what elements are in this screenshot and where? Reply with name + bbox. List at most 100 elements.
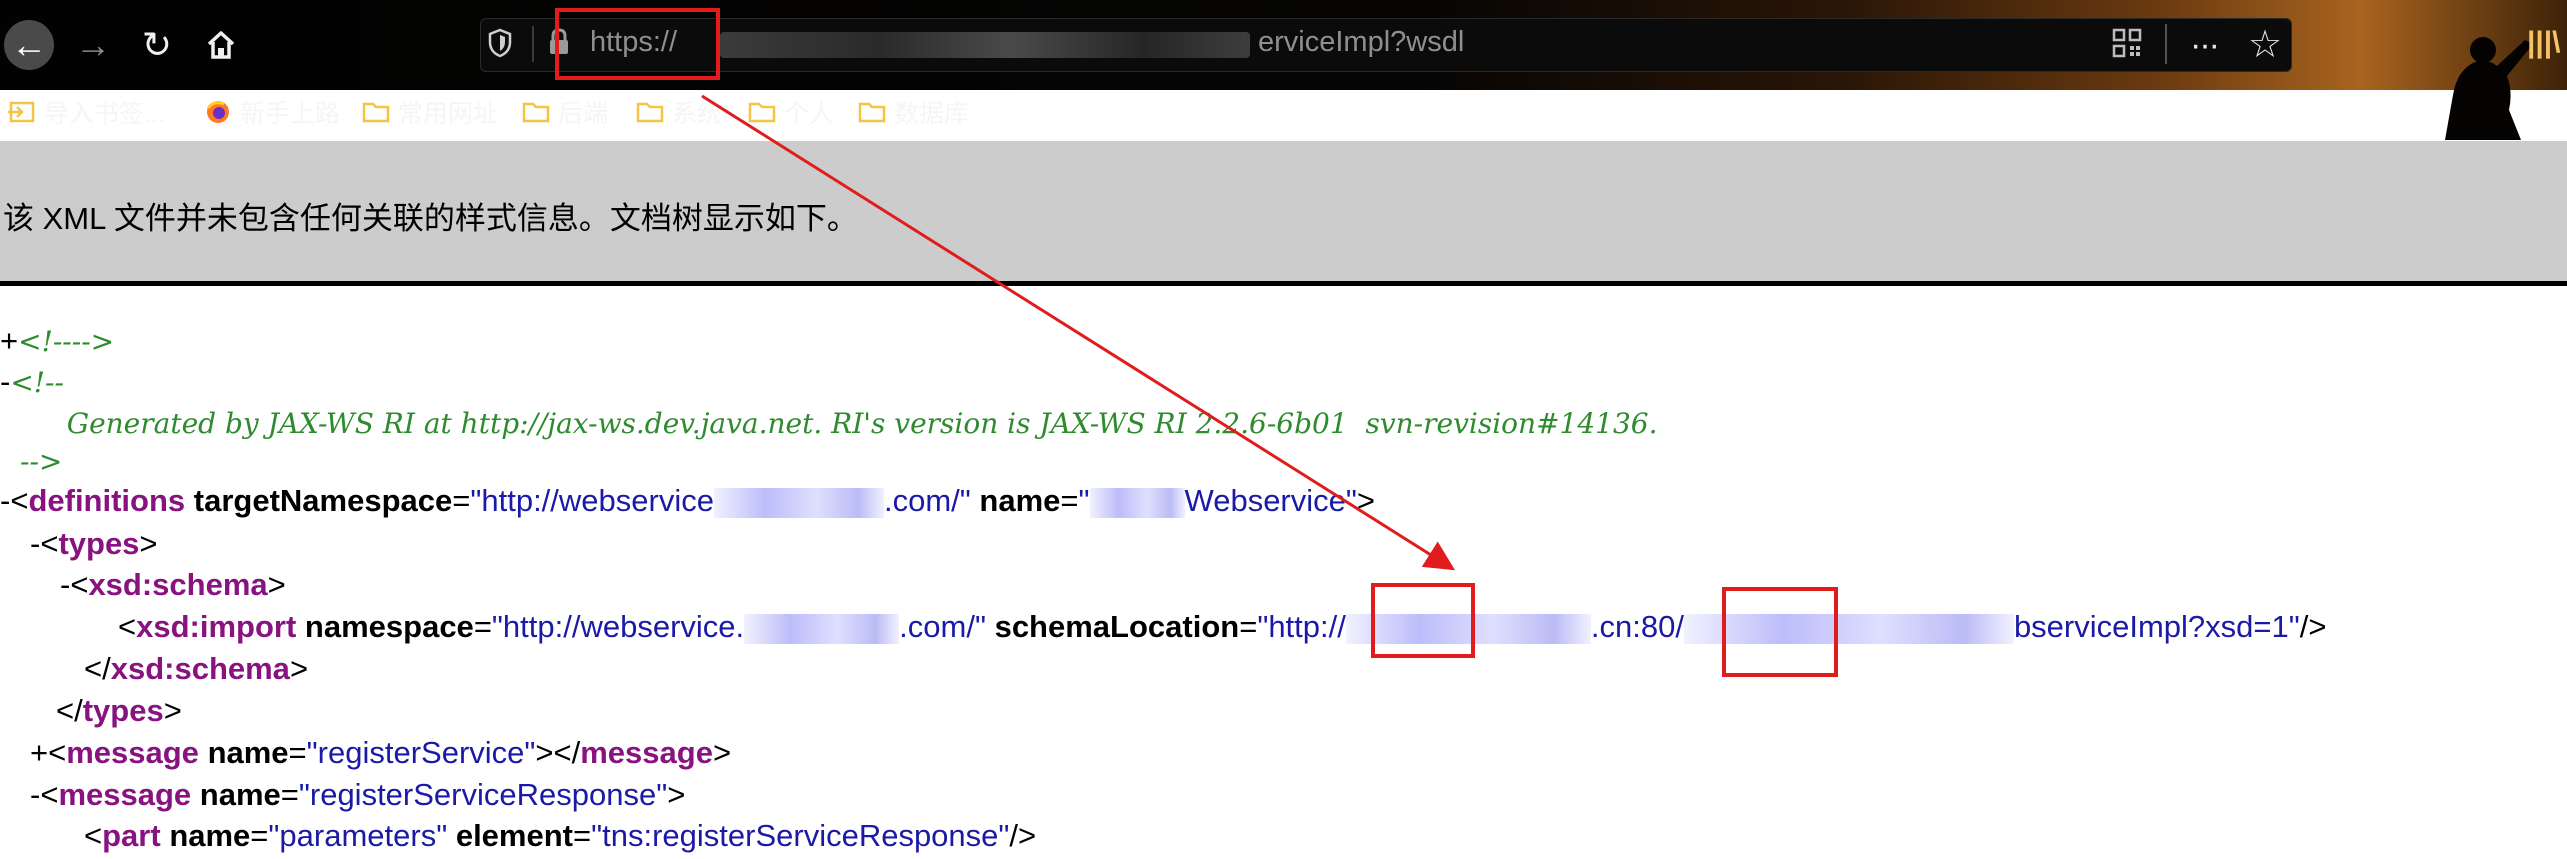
xml-tag-types: types xyxy=(58,526,140,561)
redacted-text xyxy=(744,613,900,644)
xml-tag-types: types xyxy=(82,693,164,728)
xml-line-import: <xsd:import namespace="http://webservice… xyxy=(118,609,2327,644)
url-redacted xyxy=(720,32,1250,58)
reload-icon: ↻ xyxy=(141,24,173,65)
xml-line-comment-body: Generated by JAX-WS RI at http://jax-ws.… xyxy=(40,403,1658,444)
folder-icon xyxy=(858,102,886,123)
xml-comment-close: --> xyxy=(20,445,63,478)
library-icon[interactable]: |||\ xyxy=(2527,26,2561,60)
xml-tag-import: xsd:import xyxy=(136,609,297,644)
xml-line-comment-open: -<!-- xyxy=(0,362,64,403)
folder-icon xyxy=(522,102,550,123)
redacted-text xyxy=(713,487,884,518)
bookmark-folder-backend[interactable]: 后端 xyxy=(522,96,608,128)
bookmark-import[interactable]: 导入书签... xyxy=(8,96,165,128)
bookmark-label: 常用网址 xyxy=(398,100,499,128)
xml-tag-message: message xyxy=(580,735,713,770)
xml-attr-value: "http://webservice. xyxy=(491,609,745,644)
url-separator xyxy=(532,26,534,62)
arrow-left-icon: ← xyxy=(11,24,47,65)
forward-button[interactable]: → xyxy=(68,20,118,70)
expand-toggle[interactable]: + xyxy=(0,323,18,358)
bookmark-label: 新手上路 xyxy=(240,100,341,128)
collapse-toggle[interactable]: - xyxy=(0,483,10,518)
xml-attr-value: "tns:registerServiceResponse" xyxy=(591,818,1010,853)
bookmark-folder-system[interactable]: 系统 xyxy=(636,96,722,128)
xml-attr-value: "registerService" xyxy=(306,735,536,770)
xml-line-schema-close: </xsd:schema> xyxy=(84,651,309,686)
xml-attr-name: name xyxy=(979,483,1061,518)
xml-comment-text: Generated by JAX-WS RI at http://jax-ws.… xyxy=(40,407,1658,440)
qr-code-icon[interactable] xyxy=(2112,28,2142,58)
xml-line-definitions: -<definitions targetNamespace="http://we… xyxy=(0,483,1376,518)
xml-attr-value: "http:// xyxy=(1257,609,1346,644)
folder-icon xyxy=(636,102,664,123)
shield-icon[interactable] xyxy=(488,28,512,58)
browser-toolbar: ← → ↻ https:// erviceImpl?wsdl ··· ☆ |||… xyxy=(0,0,2567,140)
annotation-box-url-scheme xyxy=(555,8,720,80)
xml-line-types-close: </types> xyxy=(56,693,182,728)
xml-attr-name: name xyxy=(199,777,281,812)
xml-line-types-open: -<types> xyxy=(30,526,158,561)
xml-attr-value: "registerServiceResponse" xyxy=(298,777,668,812)
xml-line-empty-comment: +<!----> xyxy=(0,321,114,362)
xml-line-comment-close: --> xyxy=(20,441,62,482)
notice-text: 该 XML 文件并未包含任何关联的样式信息。文档树显示如下。 xyxy=(3,201,858,236)
collapse-toggle[interactable]: - xyxy=(30,777,40,812)
xml-tag-part: part xyxy=(102,818,161,853)
toolbar-separator xyxy=(2165,24,2167,64)
xml-tag-message: message xyxy=(66,735,199,770)
xml-tag-schema: xsd:schema xyxy=(88,567,268,602)
home-icon xyxy=(207,31,235,59)
bookmark-star-icon[interactable]: ☆ xyxy=(2248,22,2282,67)
folder-icon xyxy=(748,102,776,123)
bookmark-label: 个人 xyxy=(784,100,835,128)
back-button[interactable]: ← xyxy=(4,20,54,70)
bookmark-label: 系统 xyxy=(672,100,723,128)
xml-attr-name: name xyxy=(169,818,251,853)
xml-attr-name: targetNamespace xyxy=(193,483,453,518)
xml-tag-definitions: definitions xyxy=(28,483,186,518)
xml-line-schema-open: -<xsd:schema> xyxy=(60,567,286,602)
xml-comment-open: <!-- xyxy=(10,366,64,399)
bookmark-folder-database[interactable]: 数据库 xyxy=(858,96,969,128)
xml-style-notice: 该 XML 文件并未包含任何关联的样式信息。文档树显示如下。 xyxy=(0,141,2567,286)
bookmark-getting-started[interactable]: 新手上路 xyxy=(204,96,340,128)
xml-line-message-1: +<message name="registerService"></messa… xyxy=(30,735,732,770)
xml-comment: <!----> xyxy=(18,325,115,358)
xml-attr-name: namespace xyxy=(304,609,474,644)
expand-toggle[interactable]: + xyxy=(30,735,48,770)
folder-icon xyxy=(362,102,390,123)
annotation-box-http xyxy=(1371,583,1475,658)
xml-attr-name: element xyxy=(455,818,573,853)
bookmark-label: 数据库 xyxy=(894,100,970,128)
xml-attr-value: "parameters" xyxy=(268,818,448,853)
annotation-box-port xyxy=(1722,587,1838,677)
more-actions-icon[interactable]: ··· xyxy=(2190,26,2220,65)
reload-button[interactable]: ↻ xyxy=(132,20,182,70)
collapse-toggle[interactable]: - xyxy=(30,526,40,561)
bookmark-folder-personal[interactable]: 个人 xyxy=(748,96,834,128)
import-icon xyxy=(8,101,35,123)
xml-attr-value: Webservice" xyxy=(1184,483,1357,518)
xml-attr-value: bserviceImpl?xsd=1" xyxy=(2013,609,2300,644)
xml-line-part: <part name="parameters" element="tns:reg… xyxy=(84,818,1037,853)
xml-attr-value: " xyxy=(1078,483,1090,518)
xml-attr-name: schemaLocation xyxy=(994,609,1240,644)
arrow-right-icon: → xyxy=(75,24,111,65)
xml-attr-value: .cn:80/ xyxy=(1590,609,1684,644)
xml-tag-message: message xyxy=(58,777,192,812)
xml-tag-schema: xsd:schema xyxy=(110,651,290,686)
xml-line-message-2: -<message name="registerServiceResponse"… xyxy=(30,777,686,812)
bookmark-folder-common[interactable]: 常用网址 xyxy=(362,96,498,128)
redacted-text xyxy=(1089,487,1185,518)
collapse-toggle[interactable]: - xyxy=(60,567,70,602)
collapse-toggle[interactable]: - xyxy=(0,364,10,399)
xml-attr-value: .com/" xyxy=(883,483,971,518)
bookmark-label: 导入书签... xyxy=(44,100,165,128)
url-path[interactable]: erviceImpl?wsdl xyxy=(1258,26,1464,59)
wallpaper-silhouette xyxy=(2445,37,2533,140)
home-button[interactable] xyxy=(196,20,246,70)
bookmark-label: 后端 xyxy=(558,100,609,128)
xml-attr-value: .com/" xyxy=(899,609,986,644)
